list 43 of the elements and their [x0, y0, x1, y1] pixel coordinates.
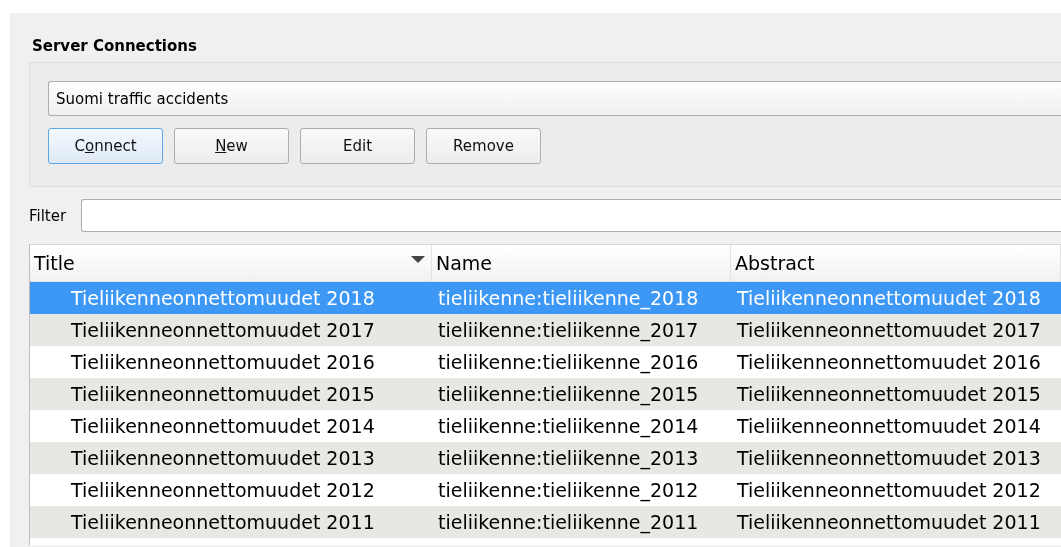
push-button[interactable]: Edit	[300, 128, 415, 164]
table-cell: Tieliikenneonnettomuudet 2012	[71, 479, 375, 501]
table-cell: tieliikenne:tieliikenne_2013	[438, 447, 699, 469]
table-cell: Tieliikenneonnettomuudet 2016	[71, 351, 375, 373]
table-cell: Tieliikenneonnettomuudet 2012	[737, 479, 1041, 501]
connection-dropdown[interactable]: Suomi traffic accidents	[48, 81, 1061, 116]
filter-label: Filter	[29, 206, 68, 225]
table-cell: tieliikenne:tieliikenne_2018	[438, 287, 699, 309]
table-cell: Tieliikenneonnettomuudet 2011	[737, 511, 1041, 533]
push-button[interactable]: Connect	[48, 128, 163, 164]
table-cell: tieliikenne:tieliikenne_2017	[438, 319, 699, 341]
column-header[interactable]: Abstract	[731, 245, 1061, 281]
table-cell: tieliikenne:tieliikenne_2012	[438, 479, 699, 501]
table-cell: Tieliikenneonnettomuudet 2017	[737, 319, 1041, 341]
table-cell: Tieliikenneonnettomuudet 2014	[737, 415, 1041, 437]
table-cell: Tieliikenneonnettomuudet 2015	[71, 383, 375, 405]
table-cell: Tieliikenneonnettomuudet 2016	[737, 351, 1041, 373]
table-cell: Tieliikenneonnettomuudet 2013	[737, 447, 1041, 469]
table-row[interactable]: Tieliikenneonnettomuudet 2011 tieliikenne:tieliikenne_2011 Tieliikenneonnettomuudet 2011	[30, 506, 1061, 538]
table-row[interactable]: Tieliikenneonnettomuudet 2015 tieliikenne:tieliikenne_2015 Tieliikenneonnettomuudet 2015	[30, 378, 1061, 410]
table-cell: tieliikenne:tieliikenne_2016	[438, 351, 699, 373]
table-cell: Tieliikenneonnettomuudet 2013	[71, 447, 375, 469]
table-cell: Tieliikenneonnettomuudet 2018	[71, 287, 375, 309]
table-row[interactable]: Tieliikenneonnettomuudet 2014 tieliikenne:tieliikenne_2014 Tieliikenneonnettomuudet 2014	[30, 410, 1061, 442]
push-button[interactable]: Remove	[426, 128, 541, 164]
table-cell: Tieliikenneonnettomuudet 2017	[71, 319, 375, 341]
table-cell: Tieliikenneonnettomuudet 2018	[737, 287, 1041, 309]
table-cell: Tieliikenneonnettomuudet 2011	[71, 511, 375, 533]
filter-field[interactable]	[81, 199, 1061, 232]
table-cell: tieliikenne:tieliikenne_2011	[438, 511, 699, 533]
table-cell: Tieliikenneonnettomuudet 2015	[737, 383, 1041, 405]
table-row[interactable]: Tieliikenneonnettomuudet 2012 tieliikenne:tieliikenne_2012 Tieliikenneonnettomuudet 2012	[30, 474, 1061, 506]
push-button[interactable]: New	[174, 128, 289, 164]
table-row[interactable]: Tieliikenneonnettomuudet 2013 tieliikenne:tieliikenne_2013 Tieliikenneonnettomuudet 2013	[30, 442, 1061, 474]
table-cell: tieliikenne:tieliikenne_2014	[438, 415, 699, 437]
table-cell: tieliikenne:tieliikenne_2015	[438, 383, 699, 405]
table-row[interactable]: Tieliikenneonnettomuudet 2017 tieliikenne:tieliikenne_2017 Tieliikenneonnettomuudet 2017	[30, 314, 1061, 346]
group-title: Server Connections	[32, 37, 198, 57]
column-header[interactable]: Title	[30, 245, 432, 281]
column-header[interactable]: Name	[432, 245, 731, 281]
table-row[interactable]: Tieliikenneonnettomuudet 2016 tieliikenne:tieliikenne_2016 Tieliikenneonnettomuudet 2016	[30, 346, 1061, 378]
sort-icon	[411, 256, 425, 264]
table-cell: Tieliikenneonnettomuudet 2014	[71, 415, 375, 437]
